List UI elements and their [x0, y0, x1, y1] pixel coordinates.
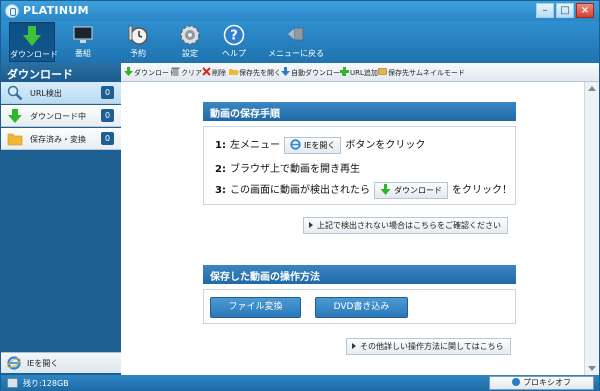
sidebar-item-downloading[interactable]: ダウンロード中 0 [1, 105, 121, 127]
sidebar-item-label: 保存済み・変換 [30, 135, 86, 144]
action-toolbar: ダウンロード クリア 削除 保存先を開く 自動ダウンロード URL追加 保存先サ… [121, 63, 599, 82]
step-3: 3: この画面に動画が検出されたら ダウンロード をクリック！ [215, 181, 512, 199]
toolbar-programs-button[interactable]: 番組 [63, 22, 103, 62]
left-panel: ダウンロード URL検出 0 ダウンロード中 0 保存済み・変換 0 IEを開く [1, 63, 121, 375]
disk-icon [7, 378, 18, 388]
help-icon: ? [223, 24, 245, 46]
back-arrow-icon [288, 27, 304, 41]
sidebar-item-label: URL検出 [30, 89, 62, 98]
gear-icon [180, 25, 200, 45]
toolbar-settings-button[interactable]: 設定 [169, 22, 211, 62]
download-action-button[interactable]: ダウンロード [124, 67, 176, 79]
trash-icon [171, 67, 180, 76]
step-2: 2: ブラウザ上で動画を開き再生 [215, 164, 360, 175]
thumbnail-mode-button[interactable]: 保存先サムネイルモード [378, 67, 465, 79]
folder-open-icon [229, 69, 238, 75]
left-panel-header: ダウンロード [1, 63, 121, 82]
maximize-button[interactable]: □ [556, 3, 574, 18]
auto-download-button[interactable]: 自動ダウンロード [281, 67, 347, 79]
folder-icon [7, 133, 23, 146]
download-arrow-icon [380, 183, 391, 195]
count-badge: 0 [101, 109, 114, 122]
thumbnail-icon [378, 68, 387, 75]
scroll-down-icon[interactable] [588, 366, 596, 371]
dvd-write-button[interactable]: DVD書き込み [315, 297, 408, 318]
ie-icon [290, 138, 301, 150]
vertical-scrollbar[interactable] [584, 82, 599, 375]
toolbar-help-button[interactable]: ? ヘルプ [213, 22, 255, 62]
save-steps-box: 1: 左メニュー IEを開く ボタンをクリック 2: ブラウザ上で動画を開き再生 3: こ… [203, 126, 516, 205]
toolbar-reserve-button[interactable]: 予約 [117, 22, 159, 62]
auto-download-icon [281, 67, 290, 76]
proxy-toggle-button[interactable]: プロキシオフ [489, 376, 594, 390]
globe-icon [512, 378, 520, 386]
delete-button[interactable]: 削除 [202, 67, 226, 79]
svg-text:?: ? [230, 29, 238, 44]
not-detected-help-link[interactable]: 上記で検出されない場合はこちらをご確認ください [303, 217, 508, 234]
ie-icon [7, 356, 21, 370]
add-icon [340, 67, 349, 76]
sidebar-item-saved-convert[interactable]: 保存済み・変換 0 [1, 128, 121, 150]
triangle-right-icon [309, 222, 313, 228]
step-1: 1: 左メニュー IEを開く ボタンをクリック [215, 136, 425, 154]
download-inline-button[interactable]: ダウンロード [373, 181, 448, 199]
open-ie-button[interactable]: IEを開く [1, 352, 121, 373]
clear-button[interactable]: クリア [171, 67, 202, 79]
download-icon [124, 67, 133, 76]
operations-header: 保存した動画の操作方法 [203, 265, 516, 284]
scroll-up-icon[interactable] [588, 86, 596, 91]
save-steps-header: 動画の保存手順 [203, 102, 516, 121]
open-ie-inline-button[interactable]: IEを開く [283, 136, 342, 154]
more-operations-link[interactable]: その他詳しい操作方法に関してはこちら [346, 338, 511, 355]
magnifier-icon [7, 85, 23, 101]
app-logo-icon [5, 4, 19, 18]
main-toolbar: ダウンロード 番組 予約 設定 ? ヘルプ メニューに戻る [1, 21, 599, 63]
open-ie-label: IEを開く [27, 359, 59, 368]
status-bar: 残り:128GB プロキシオフ [1, 375, 599, 391]
app-window: PLATINUM – □ × ダウンロード 番組 予約 設定 ? ヘルプ メニュ… [0, 0, 600, 391]
count-badge: 0 [101, 86, 114, 99]
add-url-button[interactable]: URL追加 [340, 67, 378, 79]
monitor-icon [73, 26, 93, 43]
disk-space-text: 残り:128GB [23, 379, 69, 388]
sidebar-item-label: ダウンロード中 [30, 112, 86, 121]
alarm-clock-icon [128, 25, 148, 45]
close-button[interactable]: × [576, 3, 594, 18]
download-arrow-icon [23, 26, 41, 46]
title-bar: PLATINUM – □ × [1, 1, 599, 21]
download-arrow-icon [8, 109, 22, 123]
main-content: 動画の保存手順 1: 左メニュー IEを開く ボタンをクリック 2: ブラウザ上で動画を… [121, 82, 584, 375]
open-save-folder-button[interactable]: 保存先を開く [229, 67, 281, 79]
toolbar-download-button[interactable]: ダウンロード [9, 22, 58, 62]
window-title: PLATINUM [23, 4, 89, 17]
sidebar-item-url-detect[interactable]: URL検出 0 [1, 82, 121, 104]
minimize-button[interactable]: – [536, 3, 554, 18]
file-convert-button[interactable]: ファイル変換 [210, 297, 301, 318]
operations-box: ファイル変換 DVD書き込み [203, 289, 516, 324]
triangle-right-icon [352, 343, 356, 349]
count-badge: 0 [101, 132, 114, 145]
delete-x-icon [202, 67, 211, 76]
toolbar-back-to-menu-button[interactable]: メニューに戻る [265, 22, 327, 62]
